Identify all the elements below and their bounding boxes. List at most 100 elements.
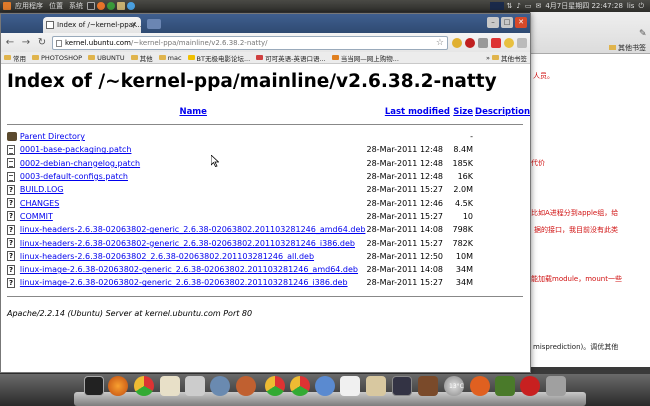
dock-chrome-icon-2[interactable] xyxy=(265,376,285,396)
volume-icon[interactable]: ♪ xyxy=(514,0,522,12)
launcher-icon-qq[interactable] xyxy=(127,2,135,10)
battery-icon[interactable]: ▭ xyxy=(523,0,534,12)
footer-rule xyxy=(7,290,530,303)
bookmark-folder-1[interactable]: PHOTOSHOP xyxy=(32,54,82,62)
wrench-menu-icon[interactable] xyxy=(517,37,527,48)
dock-ubuntu-icon[interactable] xyxy=(236,376,256,396)
other-bookmarks-main[interactable]: » 其他书签 xyxy=(486,53,527,63)
dock-power-icon[interactable] xyxy=(520,376,540,396)
file-link[interactable]: 0002-debian-changelog.patch xyxy=(20,159,140,168)
menu-places[interactable]: 位置 xyxy=(46,0,66,12)
bg-text-6: misprediction)。调优其他 xyxy=(533,343,619,351)
bookmark-folder-4[interactable]: mac xyxy=(158,54,182,62)
mail-indicator-icon[interactable]: ✉ xyxy=(533,0,543,12)
dock-monitor-icon[interactable] xyxy=(392,376,412,396)
dock-mail-icon[interactable] xyxy=(160,376,180,396)
dock-trash-icon[interactable] xyxy=(546,376,566,396)
dock-calculator-icon[interactable] xyxy=(185,376,205,396)
bookmark-link-5[interactable]: BT无极电影论坛... xyxy=(187,53,250,63)
bookmark-link-6[interactable]: 可可英语-英语口语... xyxy=(256,53,326,63)
dock-chrome-icon[interactable] xyxy=(134,376,154,396)
dock-files-icon[interactable] xyxy=(366,376,386,396)
header-rule xyxy=(7,118,530,130)
dock: 13°C xyxy=(0,374,650,406)
reload-icon[interactable]: ↻ xyxy=(36,37,48,48)
menu-system[interactable]: 系统 xyxy=(66,0,86,12)
dock-terminal-icon[interactable] xyxy=(84,376,104,396)
extension-icon-3[interactable] xyxy=(478,37,488,48)
dock-document-icon[interactable] xyxy=(340,376,360,396)
table-row: ? BUILD.LOG 28-Mar-2011 15:27 2.0M xyxy=(7,183,530,196)
forward-arrow-icon[interactable]: → xyxy=(20,37,32,48)
launcher-icon-mail[interactable] xyxy=(117,2,125,10)
bookmark-folder-2[interactable]: UBUNTU xyxy=(88,54,125,62)
table-row: 0001-base-packaging.patch 28-Mar-2011 12:… xyxy=(7,143,530,156)
dock-chrome-icon-3[interactable] xyxy=(290,376,310,396)
address-bar[interactable]: kernel.ubuntu.com/~kernel-ppa/mainline/v… xyxy=(52,35,448,50)
bg-text-2: 代价 xyxy=(531,159,545,167)
launcher-icon-terminal[interactable] xyxy=(87,2,95,10)
file-link[interactable]: CHANGES xyxy=(20,199,59,208)
dock-photo-icon[interactable] xyxy=(418,376,438,396)
sort-by-date-link[interactable]: Last modified xyxy=(385,107,450,117)
maximize-button[interactable]: □ xyxy=(501,17,513,28)
folder-icon xyxy=(88,55,96,60)
listing-header: Name Last modified Size Description xyxy=(7,106,530,118)
network-icon[interactable]: ⇅ xyxy=(504,0,514,12)
file-link[interactable]: COMMIT xyxy=(20,212,53,221)
bookmark-folder-3[interactable]: 其他 xyxy=(130,53,153,63)
sort-by-description-link[interactable]: Description xyxy=(475,107,530,117)
minimize-button[interactable]: – xyxy=(487,17,499,28)
bookmark-folder-0[interactable]: 常用 xyxy=(4,53,26,63)
ubuntu-logo-icon[interactable] xyxy=(3,2,11,10)
wrench-icon[interactable]: ✎ xyxy=(639,29,647,39)
dock-qq-icon[interactable] xyxy=(315,376,335,396)
file-date: 28-Mar-2011 12:50 xyxy=(366,251,444,261)
background-browser-window: ✎ 其他书签 人员。 代价 比如A进程分到apple组，给 据的接口，我目前没有… xyxy=(530,12,650,367)
sort-by-name-link[interactable]: Name xyxy=(179,107,206,117)
file-link[interactable]: linux-image-2.6.38-02063802-generic_2.6.… xyxy=(20,265,358,274)
dock-game-icon[interactable] xyxy=(495,376,515,396)
tab-close-icon[interactable]: ✕ xyxy=(131,17,137,33)
clock[interactable]: 4月7日星期四 22:47:28 xyxy=(543,0,625,12)
url-host: kernel.ubuntu.com xyxy=(65,38,131,47)
file-link[interactable]: linux-image-2.6.38-02063802-generic_2.6.… xyxy=(20,278,348,287)
bookmark-link-7[interactable]: 当当网—网上购物... xyxy=(331,53,399,63)
file-link[interactable]: linux-headers-2.6.38-02063802-generic_2.… xyxy=(20,239,355,248)
file-link[interactable]: linux-headers-2.6.38-02063802-generic_2.… xyxy=(20,225,366,234)
parent-directory-link[interactable]: Parent Directory xyxy=(20,132,85,141)
file-link[interactable]: 0001-base-packaging.patch xyxy=(20,145,132,154)
dock-ubuntu-one-icon[interactable] xyxy=(470,376,490,396)
dock-people-icon[interactable] xyxy=(210,376,230,396)
tab-active[interactable]: Index of /~kernel-ppa/... ✕ xyxy=(43,17,141,33)
file-link[interactable]: BUILD.LOG xyxy=(20,185,64,194)
menu-applications[interactable]: 应用程序 xyxy=(12,0,46,12)
file-size: 782K xyxy=(452,238,474,248)
folder-icon xyxy=(158,55,166,60)
extension-icon-1[interactable] xyxy=(452,37,462,48)
sort-by-size-link[interactable]: Size xyxy=(453,107,473,117)
new-tab-button[interactable] xyxy=(147,19,161,29)
other-bookmarks[interactable]: 其他书签 xyxy=(609,43,646,53)
text-file-icon xyxy=(7,171,15,182)
file-link[interactable]: 0003-default-configs.patch xyxy=(20,172,128,181)
back-arrow-icon[interactable]: ← xyxy=(4,37,16,48)
user-name[interactable]: lis xyxy=(625,0,637,12)
launcher-icon-firefox[interactable] xyxy=(97,2,105,10)
extension-icon-4[interactable] xyxy=(491,37,501,48)
unknown-file-icon: ? xyxy=(7,277,15,288)
close-window-button[interactable]: ✕ xyxy=(515,17,527,28)
unknown-file-icon: ? xyxy=(7,224,15,235)
file-link[interactable]: linux-headers-2.6.38-02063802_2.6.38-020… xyxy=(20,252,314,261)
dock-firefox-icon[interactable] xyxy=(108,376,128,396)
table-row: ? CHANGES 28-Mar-2011 12:46 4.5K xyxy=(7,196,530,209)
bookmark-star-icon[interactable]: ☆ xyxy=(436,37,444,49)
power-icon[interactable]: ⏻ xyxy=(636,0,646,12)
header-description: Description xyxy=(473,106,530,118)
launcher-icon-chrome[interactable] xyxy=(107,2,115,10)
file-size: 2.0M xyxy=(453,185,474,195)
table-row: ? linux-headers-2.6.38-02063802-generic_2… xyxy=(7,236,530,249)
table-row: 0003-default-configs.patch 28-Mar-2011 12… xyxy=(7,170,530,183)
extension-icon-2[interactable] xyxy=(465,37,475,48)
extension-icon-5[interactable] xyxy=(504,37,514,48)
